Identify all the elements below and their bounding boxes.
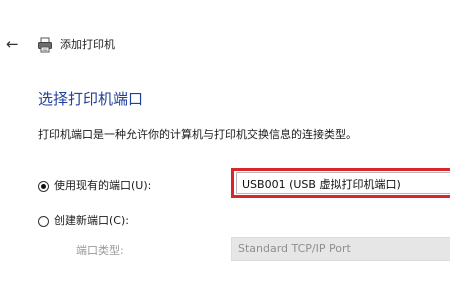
page-description: 打印机端口是一种允许你的计算机与打印机交换信息的连接类型。 <box>38 128 357 141</box>
create-new-port-option[interactable]: 创建新端口(C): <box>38 212 129 230</box>
use-existing-port-label: 使用现有的端口(U): <box>54 179 152 192</box>
existing-port-value: USB001 (USB 虚拟打印机端口) <box>242 178 401 191</box>
port-type-label: 端口类型: <box>76 244 124 257</box>
port-type-value: Standard TCP/IP Port <box>238 242 351 255</box>
printer-icon <box>37 37 53 53</box>
existing-port-dropdown[interactable]: USB001 (USB 虚拟打印机端口) <box>231 168 450 198</box>
use-existing-port-option[interactable]: 使用现有的端口(U): <box>38 177 151 195</box>
create-new-port-label: 创建新端口(C): <box>54 214 129 227</box>
window-title: 添加打印机 <box>60 38 115 51</box>
use-existing-port-radio[interactable] <box>38 180 49 192</box>
create-new-port-radio[interactable] <box>38 215 49 227</box>
port-type-dropdown: Standard TCP/IP Port <box>231 237 450 261</box>
page-title: 选择打印机端口 <box>38 90 144 108</box>
back-arrow-icon[interactable]: ← <box>6 34 24 54</box>
existing-port-dropdown-field: USB001 (USB 虚拟打印机端口) <box>236 172 450 194</box>
window-header: ← 添加打印机 <box>0 34 450 58</box>
